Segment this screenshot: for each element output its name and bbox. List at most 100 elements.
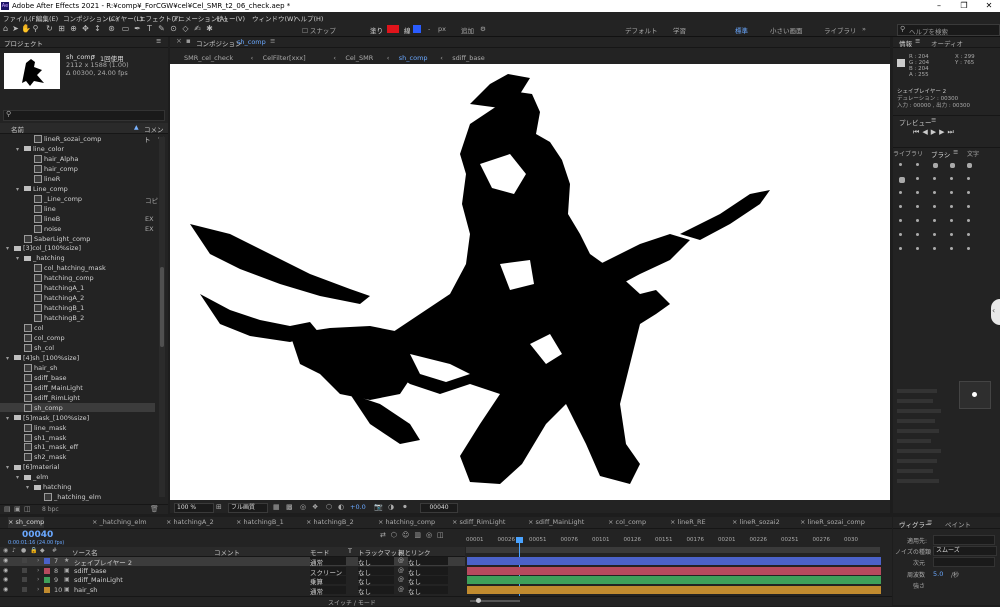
project-item[interactable]: lineR — [0, 174, 155, 183]
close-tab-icon[interactable]: × — [800, 518, 808, 526]
brush-preset[interactable] — [899, 205, 902, 208]
project-item[interactable]: hatchingA_1 — [0, 283, 155, 293]
breadcrumb-item[interactable]: Cel_SMR — [345, 53, 373, 64]
info-tab[interactable]: 情報 — [899, 38, 912, 48]
breadcrumb-item[interactable]: CelFilter[xxx] — [263, 53, 306, 64]
brush-preset[interactable] — [967, 205, 970, 208]
timeline-tab[interactable]: × sh_comp — [8, 517, 45, 528]
brush-preset[interactable] — [899, 177, 905, 183]
chevron-down-icon[interactable]: ▾ — [26, 484, 34, 491]
workspace-library[interactable]: ライブラリ — [824, 25, 857, 35]
eraser-tool-icon[interactable]: ◇ — [181, 24, 190, 34]
layer-row[interactable]: ◉ › 7 ★ シェイプレイヤー 2 通常 なし @ なし — [0, 557, 465, 567]
eye-icon[interactable]: ◉ — [3, 576, 8, 583]
brush-preset[interactable] — [916, 247, 919, 250]
brush-tab[interactable]: ブラシ — [931, 149, 950, 159]
brush-preset[interactable] — [933, 219, 936, 222]
prev-frame-icon[interactable]: ◀ — [922, 128, 930, 136]
layer-mode-select[interactable]: 通常 — [310, 585, 346, 596]
layer-trackmatte-select[interactable]: なし — [358, 566, 394, 577]
chevron-down-icon[interactable]: ▾ — [16, 146, 24, 153]
close-tab-icon[interactable]: × — [378, 518, 386, 526]
pickwhip-icon[interactable]: @ — [398, 586, 404, 593]
frequency-value[interactable]: 5.0 — [933, 570, 943, 578]
solo-checkbox[interactable] — [22, 558, 27, 563]
preview-tab[interactable]: プレビュー — [899, 117, 932, 127]
composition-label[interactable]: コンポジション — [196, 38, 242, 48]
layer-duration-bar[interactable] — [467, 585, 881, 594]
layer-trackmatte-select[interactable]: なし — [358, 557, 394, 567]
lock-icon[interactable]: ▪ — [186, 37, 191, 45]
brush-preset[interactable] — [933, 163, 938, 168]
exposure-icon[interactable]: ◐ — [338, 503, 344, 511]
layer-mode-select[interactable]: スクリーン — [310, 566, 346, 577]
column-t[interactable]: T — [348, 547, 352, 555]
close-tab-icon[interactable]: × — [236, 518, 244, 526]
workspace-default[interactable]: デフォルト — [625, 25, 658, 35]
breadcrumb-item[interactable]: sdiff_base — [452, 53, 485, 64]
layer-label-color[interactable] — [44, 586, 50, 593]
timeline-tab[interactable]: × col_comp — [608, 517, 646, 528]
region-icon[interactable]: ▦ — [273, 503, 280, 511]
close-tab-icon[interactable]: × — [452, 518, 460, 526]
eye-icon[interactable]: ◉ — [3, 586, 8, 593]
transparency-icon[interactable]: ▩ — [286, 503, 293, 511]
zoom-select[interactable]: 100 % — [174, 503, 214, 513]
shy-icon[interactable]: ☺ — [402, 531, 414, 539]
project-item[interactable]: hatchingA_2 — [0, 293, 155, 303]
layer-duration-bar[interactable] — [467, 557, 881, 565]
brush-preset[interactable] — [899, 219, 902, 222]
project-folder[interactable]: ▾ Line_comp — [0, 184, 155, 193]
motion-blur-icon[interactable]: ◎ — [426, 531, 437, 539]
apply-select[interactable] — [933, 535, 995, 545]
timeline-tab[interactable]: × sdiff_RimLight — [452, 517, 505, 528]
layer-mode-select[interactable]: 通常 — [310, 557, 346, 567]
brush-preset[interactable] — [950, 177, 953, 180]
panel-menu-icon[interactable]: ≡ — [931, 116, 936, 124]
brush-preset[interactable] — [967, 191, 970, 194]
stroke-width[interactable]: - — [428, 25, 430, 33]
timeline-tab[interactable]: × hatchingA_2 — [166, 517, 214, 528]
brush-preset[interactable] — [950, 205, 953, 208]
add-label[interactable]: 追加 — [461, 25, 474, 35]
project-item[interactable]: col_comp — [0, 333, 155, 342]
channel-icon[interactable]: ◎ — [300, 503, 306, 511]
selection-tool-icon[interactable]: ➤ — [11, 24, 20, 34]
sort-up-icon[interactable]: ▲ — [134, 124, 139, 131]
home-icon[interactable]: ⌂ — [1, 24, 10, 34]
chevron-down-icon[interactable]: ▾ — [6, 464, 14, 471]
rotate-tool-icon[interactable]: ↻ — [45, 24, 54, 34]
chevron-down-icon[interactable]: ▾ — [6, 355, 14, 362]
last-frame-icon[interactable]: ⏭ — [947, 128, 956, 136]
brush-preset[interactable] — [933, 177, 936, 180]
clone-tool-icon[interactable]: ⊙ — [169, 24, 178, 34]
chevron-down-icon[interactable]: ▾ — [16, 474, 24, 481]
first-frame-icon[interactable]: ⏮ — [913, 128, 922, 136]
dolly-tool-icon[interactable]: ↕ — [93, 24, 102, 34]
panel-menu-icon[interactable]: ≡ — [915, 37, 920, 45]
chevron-down-icon[interactable]: ▾ — [16, 186, 24, 193]
solo-checkbox[interactable] — [22, 586, 27, 592]
layer-parent-select[interactable]: なし — [408, 566, 448, 577]
project-item[interactable]: _Line_comp コピ — [0, 194, 158, 205]
column-name[interactable]: 名前 — [11, 124, 24, 134]
composition-viewer[interactable] — [170, 64, 890, 500]
interpret-footage-icon[interactable]: ▤ — [4, 505, 11, 513]
brush-preset[interactable] — [899, 247, 902, 250]
eye-icon[interactable]: ◉ — [3, 567, 8, 574]
comp-flowchart-icon[interactable]: ⇄ — [380, 531, 391, 539]
timeline-tab[interactable]: × lineR_sozai2 — [732, 517, 780, 528]
project-item[interactable]: line — [0, 204, 155, 213]
chevron-right-icon[interactable]: › — [37, 576, 39, 583]
new-comp-icon[interactable]: ◫ — [24, 505, 31, 513]
snapshot-icon[interactable]: ◑ — [388, 503, 394, 511]
workspace-standard[interactable]: 標準 — [735, 25, 748, 35]
new-folder-icon[interactable]: ▣ — [14, 505, 21, 513]
column-comment[interactable]: コメント — [214, 547, 240, 557]
brush-preset[interactable] — [899, 163, 902, 166]
timeline-tab[interactable]: × lineR_RE — [670, 517, 706, 528]
brush-grid[interactable] — [899, 163, 989, 263]
solo-checkbox[interactable] — [22, 577, 27, 582]
playhead-handle[interactable] — [516, 537, 523, 543]
project-item[interactable]: col_hatching_mask — [0, 263, 155, 273]
